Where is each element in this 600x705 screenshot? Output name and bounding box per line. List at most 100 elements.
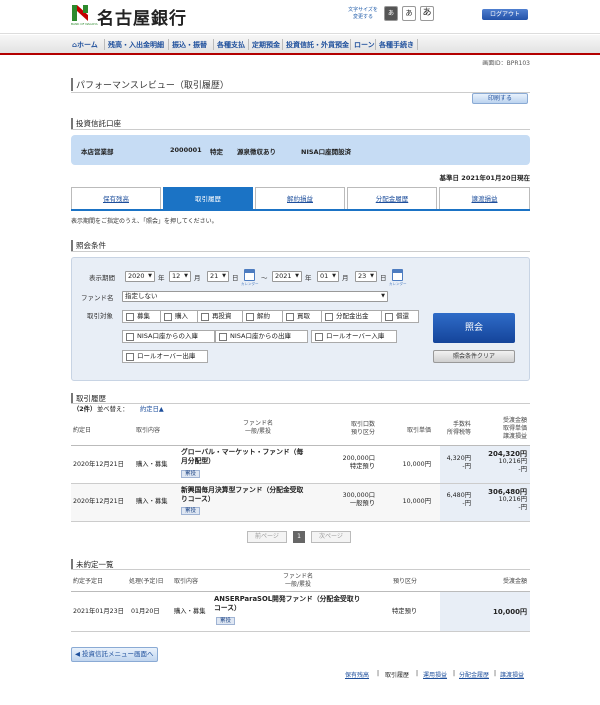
pending-row1-content: 購入・募集 [174, 608, 206, 615]
checkbox-nisa-in[interactable]: NISA口座からの入庫 [122, 330, 215, 343]
pending-col-due: 約定予定日 [73, 578, 104, 585]
month-unit: 月 [194, 274, 201, 282]
table-divider [71, 521, 530, 522]
search-button[interactable]: 照会 [433, 313, 515, 343]
row1-fund-line2: 月分配型） [181, 457, 215, 465]
print-button[interactable]: 印刷する [472, 93, 528, 104]
from-month-select[interactable]: 12 ▼ [169, 271, 191, 282]
range-tilde: ～ [261, 274, 268, 282]
section-divider [71, 251, 530, 252]
row2-fund-line2: りコース） [181, 495, 215, 503]
pager-prev-button[interactable]: 前ページ [247, 531, 287, 543]
pending-row1-fund-line1: ANSERParaSOL開発ファンド（分配金受取り [214, 595, 361, 603]
row2-qty-value: 300,000口 [342, 492, 375, 499]
table-divider [71, 631, 530, 632]
checkbox-dividend-withdrawal[interactable]: 分配金出金 [321, 310, 382, 323]
pending-row1-badge: 累投 [216, 617, 236, 625]
tab-history[interactable]: 取引履歴 [163, 187, 253, 210]
to-month-select[interactable]: 01 ▼ [317, 271, 339, 282]
bank-logo-icon[interactable] [72, 5, 88, 21]
footer-link-history-current: 取引履歴 [385, 672, 410, 679]
row1-gain: -円 [518, 466, 527, 473]
pager-next-button[interactable]: 次ページ [311, 531, 351, 543]
row1-badge: 累投 [181, 470, 201, 478]
row2-tax-value: -円 [462, 500, 471, 507]
fund-select[interactable]: 指定しない ▼ [122, 291, 388, 302]
checkbox-purchase[interactable]: 購入 [160, 310, 198, 323]
calendar-icon[interactable] [392, 269, 403, 281]
row1-fee-value: 4,320円 [446, 455, 471, 462]
calendar-caption: カレンダー [241, 282, 259, 286]
pending-col-fund-line1: ファンド名 [282, 573, 313, 580]
checkbox-nisa-out[interactable]: NISA口座からの出庫 [215, 330, 308, 343]
history-count: （2件） [73, 406, 97, 413]
pending-row1-custody: 特定預り [392, 608, 418, 615]
tab-transfer-pl[interactable]: 譲渡損益 [439, 187, 530, 210]
nav-transfer[interactable]: 振込・振替 [172, 40, 207, 50]
checkbox-buyback[interactable]: 買取 [282, 310, 322, 323]
checkbox-subscription[interactable]: 募集 [122, 310, 161, 323]
account-branch: 本店営業部 [81, 148, 114, 156]
tab-redemption-pl[interactable]: 解約損益 [255, 187, 345, 210]
nav-divider [213, 39, 214, 50]
nav-loan[interactable]: ローン [354, 40, 375, 50]
nav-time-deposit[interactable]: 定期預金 [252, 40, 280, 50]
pager-current-page[interactable]: 1 [293, 531, 305, 543]
nav-payment[interactable]: 各種支払 [217, 40, 245, 50]
footer-sep: | [494, 670, 497, 677]
footer-link-dividends[interactable]: 分配金履歴 [459, 670, 489, 679]
checkbox-redemption[interactable]: 解約 [242, 310, 283, 323]
from-day-select[interactable]: 21 ▼ [207, 271, 229, 282]
nav-balance[interactable]: 残高・入出金明細 [108, 40, 164, 50]
pending-col-fund-line2: 一般/累投 [284, 581, 312, 588]
tab-dividends[interactable]: 分配金履歴 [347, 187, 437, 210]
bank-name[interactable]: 名古屋銀行 [97, 4, 187, 29]
footer-link-transfer-pl[interactable]: 譲渡損益 [500, 670, 524, 679]
col-header-fund-line1: ファンド名 [242, 420, 273, 427]
checkbox-rollover-in[interactable]: ロールオーバー入庫 [311, 330, 397, 343]
nav-investment[interactable]: 投資信託・外貨預金 [286, 40, 349, 50]
row2-date: 2020年12月21日 [73, 498, 124, 505]
font-size-small-button[interactable]: あ [384, 6, 398, 21]
site-header: 名古屋銀行 BANK OF NAGOYA 文字サイズを 変更する あ あ あ ロ… [0, 0, 600, 34]
checkbox-reinvest[interactable]: 再投資 [197, 310, 243, 323]
chevron-down-icon: ▼ [381, 293, 385, 299]
account-number: 2000001 [170, 146, 202, 154]
back-button-label: 投資信託メニュー画面へ [82, 650, 154, 658]
font-size-label: 文字サイズを 変更する [346, 7, 380, 21]
row2-price: 10,000円 [402, 498, 431, 505]
row1-fund-name: グローバル・マーケット・ファンド（毎 月分配型） [181, 448, 327, 466]
row1-fee: 4,320円 -円 [436, 455, 471, 471]
tab-holdings[interactable]: 保有残高 [71, 187, 161, 210]
row1-qty-value: 200,000口 [342, 455, 375, 462]
clear-conditions-button[interactable]: 照会条件クリア [433, 350, 515, 363]
calendar-icon[interactable] [244, 269, 255, 281]
title-divider [71, 92, 530, 93]
col-header-date: 約定日 [73, 427, 92, 434]
checkbox-maturity[interactable]: 償還 [381, 310, 419, 323]
account-nisa: NISA口座開設済 [301, 148, 352, 156]
section-divider [71, 129, 530, 130]
nav-divider [375, 39, 376, 50]
footer-link-pl[interactable]: 運用損益 [423, 670, 447, 679]
checkbox-rollover-out[interactable]: ロールオーバー出庫 [122, 350, 208, 363]
sort-label: 並べ替え： [97, 406, 129, 413]
from-year-select[interactable]: 2020 ▼ [125, 271, 155, 282]
font-size-large-button[interactable]: あ [420, 6, 434, 21]
sort-select[interactable]: 約定日▲ [140, 406, 164, 414]
pending-row1-fund-line2: コース） [214, 604, 241, 612]
section-divider [71, 403, 530, 404]
to-year-select[interactable]: 2021 ▼ [272, 271, 302, 282]
logout-button[interactable]: ログアウト [482, 9, 528, 20]
font-size-medium-button[interactable]: あ [402, 6, 416, 21]
to-year-value: 2021 [275, 272, 292, 280]
nav-home[interactable]: ⌂ホーム [72, 40, 98, 50]
row2-fee: 6,480円 -円 [436, 492, 471, 508]
nav-procedures[interactable]: 各種手続き [379, 40, 414, 50]
footer-link-holdings[interactable]: 保有残高 [345, 670, 369, 679]
investment-menu-back-button[interactable]: ◀ 投資信託メニュー画面へ [71, 647, 158, 662]
fund-select-value: 指定しない [125, 292, 158, 300]
to-day-select[interactable]: 23 ▼ [355, 271, 377, 282]
year-unit: 年 [305, 274, 312, 282]
pending-col-proc: 処理(予定)日 [129, 578, 164, 585]
